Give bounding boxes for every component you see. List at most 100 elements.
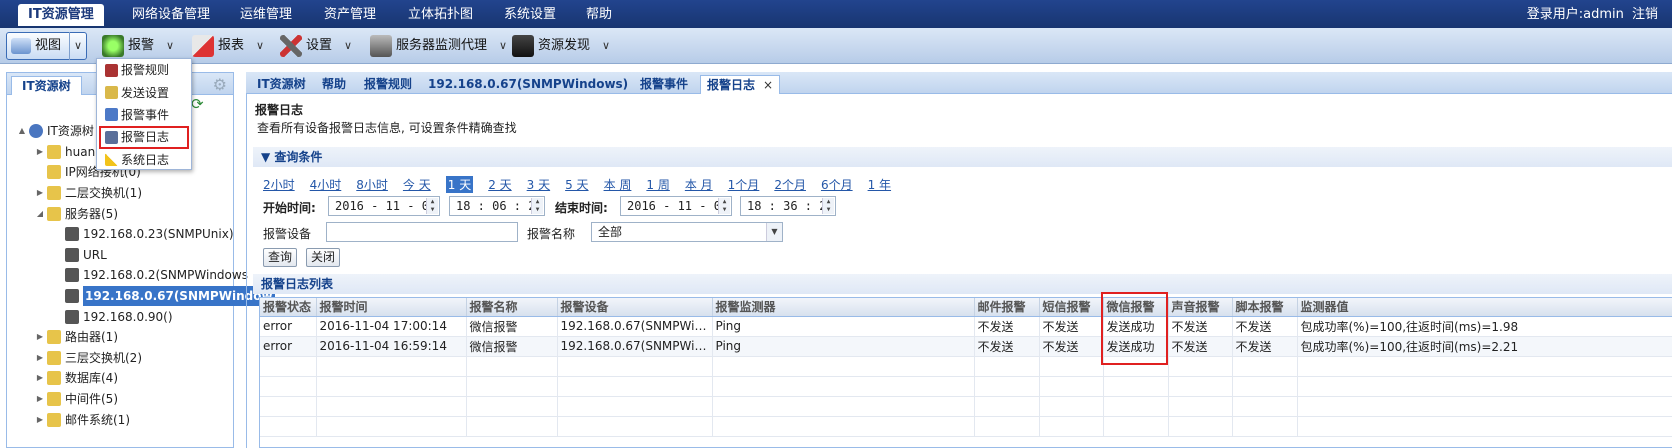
time-range-link[interactable]: 6个月 <box>821 176 853 193</box>
time-range-link[interactable]: 1个月 <box>728 176 760 193</box>
query-button[interactable]: 查询 <box>263 248 298 267</box>
folder-icon <box>47 392 61 407</box>
menu-topology[interactable]: 立体拓扑图 <box>408 0 473 28</box>
tab-help[interactable]: 帮助 <box>316 75 352 94</box>
alarm-device-input[interactable] <box>326 222 518 242</box>
column-header[interactable]: 报警时间 <box>316 298 467 317</box>
expand-toggle-icon[interactable]: ▲ <box>17 121 27 141</box>
expand-toggle-icon[interactable]: ▶ <box>35 142 45 162</box>
tree-node[interactable]: ▶ 中间件(5) <box>17 389 275 410</box>
expand-toggle-icon[interactable]: ▶ <box>35 368 45 388</box>
chevron-down-icon[interactable]: ▼ <box>766 223 782 241</box>
column-header[interactable]: 短信报警 <box>1039 298 1104 317</box>
spinner-icon[interactable]: ▲ ▼ <box>426 198 438 214</box>
menu-network-device[interactable]: 网络设备管理 <box>132 0 210 28</box>
time-range-link[interactable]: 1 周 <box>646 176 669 193</box>
menu-item-alarm-log[interactable]: 报警日志 <box>99 126 189 149</box>
spinner-icon[interactable]: ▲ ▼ <box>718 198 730 214</box>
time-range-link[interactable]: 2个月 <box>774 176 806 193</box>
menu-asset[interactable]: 资产管理 <box>324 0 376 28</box>
login-user: 登录用户:admin <box>1526 7 1624 22</box>
column-header[interactable]: 报警状态 <box>260 298 317 317</box>
spinner-icon[interactable]: ▲ ▼ <box>531 198 543 214</box>
monitor-proxy-button[interactable]: 服务器监测代理 ∨ <box>366 32 511 60</box>
expand-toggle-icon[interactable]: ▶ <box>35 348 45 368</box>
alarm-name-select[interactable]: 全部 ▼ <box>591 222 783 242</box>
settings-button[interactable]: 设置 ∨ <box>276 32 356 60</box>
tree-node[interactable]: ▶ 二层交换机(1) <box>17 183 275 204</box>
spinner-icon[interactable]: ▲ ▼ <box>822 198 834 214</box>
time-range-link[interactable]: 1 年 <box>868 176 891 193</box>
tree-node[interactable]: 192.168.0.67(SNMPWindow <box>17 286 275 307</box>
tree-node[interactable]: ▶ 三层交换机(2) <box>17 348 275 369</box>
menu-item-send-settings[interactable]: 发送设置 <box>97 81 191 103</box>
column-header[interactable]: 邮件报警 <box>974 298 1040 317</box>
menu-it-resource[interactable]: IT资源管理 <box>18 4 104 26</box>
report-button[interactable]: 报表 ∨ <box>188 32 268 60</box>
view-button[interactable]: 视图 ∨ <box>6 32 88 60</box>
menu-item-alarm-rules[interactable]: 报警规则 <box>97 59 191 81</box>
gear-icon[interactable]: ⚙ <box>213 75 227 94</box>
menu-help[interactable]: 帮助 <box>586 0 612 28</box>
tree-node[interactable]: ▶ 邮件系统(1) <box>17 409 275 430</box>
expand-toggle-icon[interactable]: ◢ <box>35 204 45 224</box>
column-header[interactable]: 微信报警 <box>1103 298 1169 317</box>
server-icon <box>65 227 79 242</box>
time-range-link[interactable]: 4小时 <box>310 176 342 193</box>
time-range-link[interactable]: 8小时 <box>356 176 388 193</box>
time-range-link[interactable]: 1 天 <box>445 176 474 193</box>
tree-node[interactable]: URL <box>17 245 275 266</box>
expand-toggle-icon[interactable]: ▶ <box>35 389 45 409</box>
tab-device-192-168-0-67[interactable]: 192.168.0.67(SNMPWindows) <box>422 75 634 94</box>
alarm-button[interactable]: 报警 ∨ <box>98 32 178 60</box>
tab-it-resource-tree[interactable]: IT资源树 <box>11 76 82 95</box>
tab-alarm-rules[interactable]: 报警规则 <box>358 75 418 94</box>
menu-item-alarm-events[interactable]: 报警事件 <box>97 104 191 126</box>
column-header[interactable]: 报警名称 <box>466 298 558 317</box>
column-header[interactable]: 监测器值 <box>1297 298 1672 317</box>
tree-node[interactable]: ▶ 数据库(4) <box>17 368 275 389</box>
time-range-link[interactable]: 3 天 <box>527 176 550 193</box>
menu-item-label: 发送设置 <box>121 85 170 100</box>
menu-ops[interactable]: 运维管理 <box>240 0 292 28</box>
refresh-icon[interactable]: ⟳ <box>191 95 204 113</box>
time-range-link[interactable]: 本 月 <box>685 176 713 193</box>
time-range-link[interactable]: 5 天 <box>565 176 588 193</box>
close-icon[interactable]: × <box>763 78 773 92</box>
column-header[interactable]: 声音报警 <box>1168 298 1233 317</box>
expand-toggle-icon[interactable]: ▶ <box>35 410 45 430</box>
column-header[interactable]: 脚本报警 <box>1232 298 1298 317</box>
query-conditions-header[interactable]: ▼ 查询条件 <box>253 147 1672 167</box>
table-row[interactable]: error 2016-11-04 16:59:14 微信报警 192.168.0.67… <box>260 336 1672 357</box>
tree-node[interactable]: 192.168.0.90() <box>17 306 275 327</box>
tree-node[interactable]: ◢ 服务器(5) <box>17 203 275 224</box>
discovery-button[interactable]: 资源发现 ∨ <box>508 32 614 60</box>
table-row[interactable]: error 2016-11-04 17:00:14 微信报警 192.168.0.67… <box>260 316 1672 337</box>
tab-alarm-log[interactable]: 报警日志 × <box>700 75 781 94</box>
time-range-link[interactable]: 2小时 <box>263 176 295 193</box>
tree-node[interactable]: ▶ 路由器(1) <box>17 327 275 348</box>
expand-toggle-icon[interactable]: ▶ <box>35 327 45 347</box>
tree-node[interactable]: 192.168.0.2(SNMPWindows <box>17 265 275 286</box>
column-header[interactable]: 报警设备 <box>557 298 713 317</box>
column-header[interactable]: 报警监测器 <box>712 298 975 317</box>
end-date-field[interactable]: 2016 - 11 - 04 ▲ ▼ <box>620 196 732 216</box>
empty-cell <box>1297 396 1672 417</box>
tab-it-resource-tree[interactable]: IT资源树 <box>251 75 312 94</box>
expand-toggle-icon[interactable]: ▶ <box>35 183 45 203</box>
chevron-down-icon: ∨ <box>499 39 508 52</box>
menu-system-settings[interactable]: 系统设置 <box>504 0 556 28</box>
tree-node[interactable]: 192.168.0.23(SNMPUnix) <box>17 224 275 245</box>
start-date-field[interactable]: 2016 - 11 - 03 ▲ ▼ <box>328 196 440 216</box>
menu-item-system-log[interactable]: 系统日志 <box>97 149 191 171</box>
time-range-link[interactable]: 2 天 <box>488 176 511 193</box>
end-time-field[interactable]: 18 : 36 : 27 ▲ ▼ <box>740 196 836 216</box>
empty-cell <box>466 396 558 417</box>
tab-alarm-events[interactable]: 报警事件 <box>634 75 694 94</box>
logout-link[interactable]: 注销 <box>1632 7 1658 22</box>
time-range-link[interactable]: 今 天 <box>403 176 431 193</box>
time-range-link[interactable]: 本 周 <box>604 176 632 193</box>
close-button[interactable]: 关闭 <box>306 248 341 267</box>
folder-icon <box>47 330 61 345</box>
start-time-field[interactable]: 18 : 06 : 27 ▲ ▼ <box>449 196 545 216</box>
